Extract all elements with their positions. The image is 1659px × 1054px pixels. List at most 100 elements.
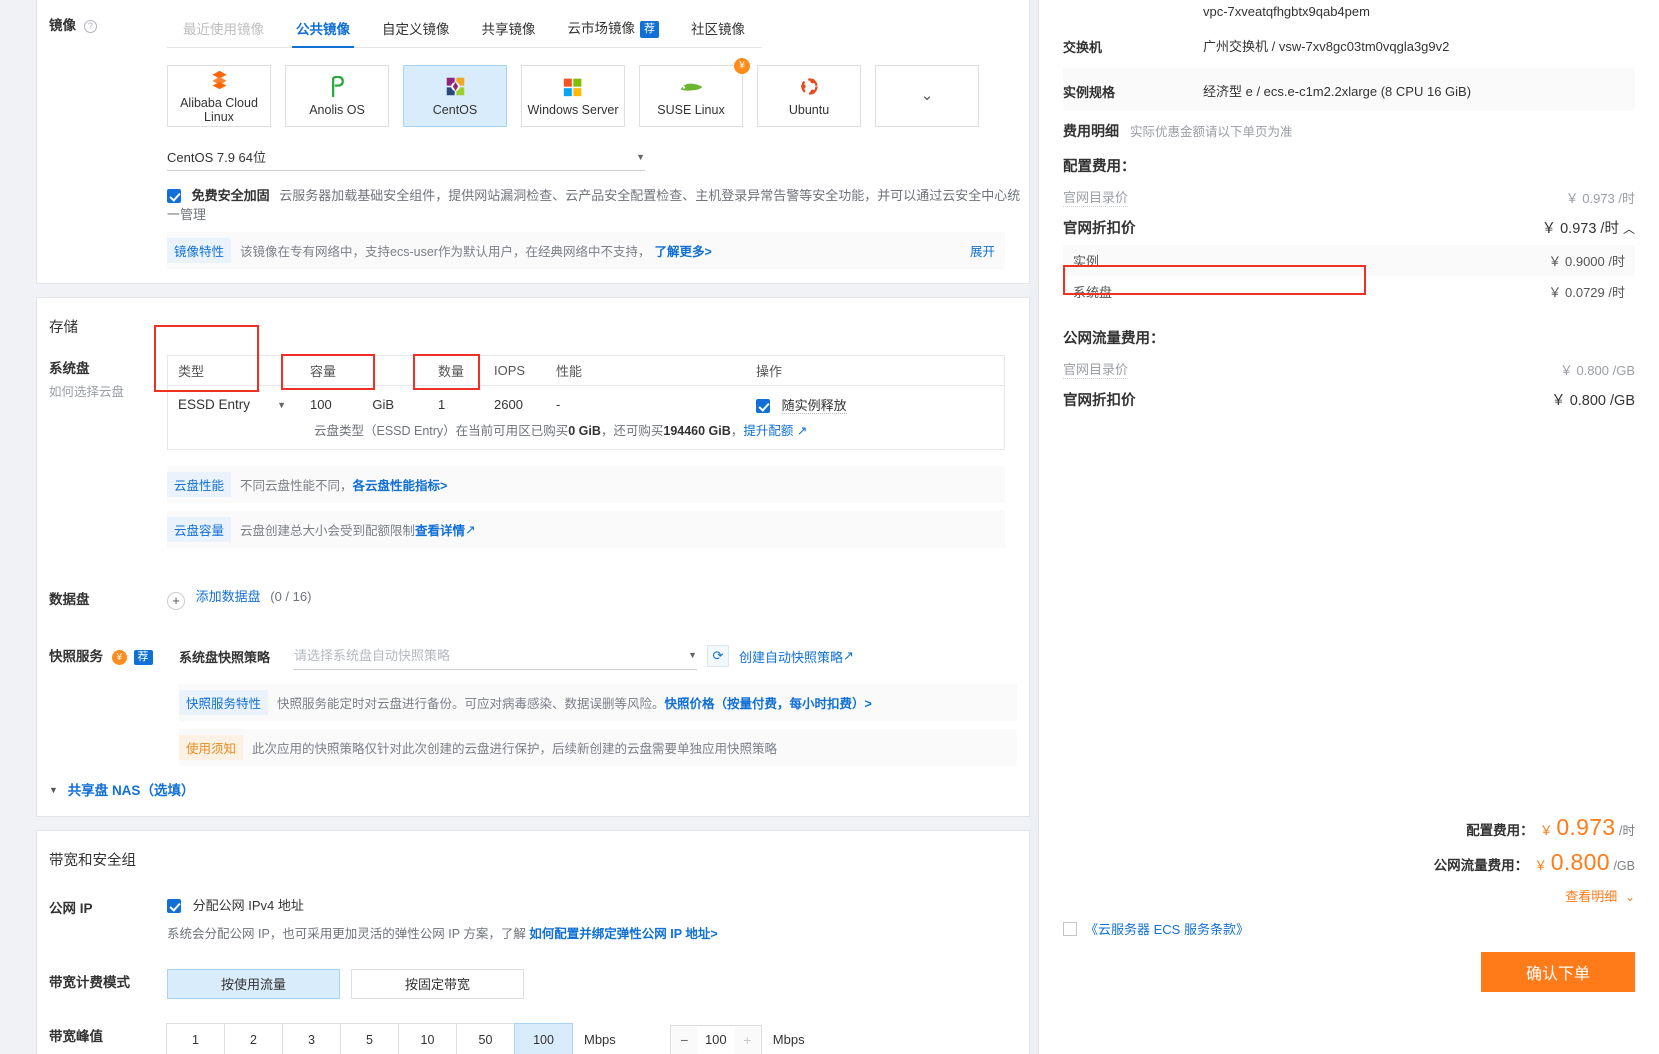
total-traffic-fee-line: 公网流量费用： ￥ 0.800 /GB	[1434, 845, 1635, 880]
os-card-more[interactable]: ⌄	[875, 65, 979, 127]
config-fee-title: 配置费用：	[1063, 159, 1136, 175]
assign-public-ip-checkbox[interactable]	[167, 898, 181, 913]
os-card-label: CentOS	[432, 102, 478, 117]
paid-badge: ¥	[111, 649, 127, 665]
plus-icon[interactable]: +	[167, 591, 185, 610]
release-with-instance-checkbox[interactable]	[756, 399, 770, 413]
amount-unit: /时	[1619, 824, 1635, 838]
tab-label: 共享镜像	[481, 21, 536, 37]
disk-table-header: 类型 容量 数量 IOPS 性能 操作	[168, 356, 1004, 386]
terms-link[interactable]: 《云服务器 ECS 服务条款》	[1085, 919, 1249, 938]
os-card-anolis-os[interactable]: Anolis OS	[285, 65, 389, 127]
terms-row: 《云服务器 ECS 服务条款》	[1063, 919, 1635, 938]
stepper-increment-button[interactable]: +	[733, 1025, 761, 1054]
os-card-windows-server[interactable]: Windows Server	[521, 65, 625, 127]
view-detail-toggle[interactable]: 查看明细 ⌄	[1565, 880, 1635, 905]
breakdown-amount: ￥ 0.9000 /时	[1548, 254, 1625, 269]
os-card-list: Alibaba Cloud Linux Anolis OS CentOS Win…	[167, 58, 1029, 127]
anolis-os-icon	[329, 76, 346, 98]
snapshot-policy-select[interactable]: 请选择系统盘自动快照策略 ▼	[294, 643, 697, 670]
os-card-ubuntu[interactable]: Ubuntu	[757, 65, 861, 127]
security-hardening-checkbox[interactable]	[167, 189, 181, 203]
assign-public-ip-label: 分配公网 IPv4 地址	[192, 897, 304, 913]
confirm-order-label: 确认下单	[1525, 966, 1590, 983]
bw-label: 100	[533, 1032, 554, 1047]
image-version-select[interactable]: CentOS 7.9 64位 ▼	[167, 144, 645, 171]
os-card-suse-linux[interactable]: ¥ SUSE Linux	[639, 58, 750, 127]
view-detail-label: 查看明细	[1565, 889, 1618, 904]
total-traffic-fee-amount: ￥ 0.800 /GB	[1534, 849, 1635, 876]
release-with-instance-cell: 随实例释放	[756, 395, 1004, 414]
terms-checkbox[interactable]	[1063, 921, 1077, 936]
hint-tag: 云盘容量	[167, 517, 232, 542]
bandwidth-option-5[interactable]: 5	[340, 1022, 399, 1054]
refresh-icon[interactable]: ⟳	[707, 645, 729, 667]
learn-more-link[interactable]: 了解更多>	[654, 241, 711, 260]
network-title: 带宽和安全组	[49, 852, 136, 869]
bw-label: 3	[308, 1032, 315, 1047]
disk-capacity-hint: 云盘容量 云盘创建总大小会受到配额限制 查看详情 ↗	[167, 511, 1005, 548]
traffic-list-price-line: 官网目录价 ￥ 0.800 /GB	[1063, 354, 1635, 384]
data-disk-count: (0 / 16)	[270, 589, 312, 604]
amount-unit: /GB	[1613, 859, 1635, 873]
config-discount-price-line[interactable]: 官网折扣价 ￥ 0.973 /时 ︿	[1063, 212, 1635, 243]
chevron-down-icon: ▼	[277, 399, 286, 410]
view-details-link[interactable]: 查看详情	[415, 520, 465, 539]
bandwidth-option-50[interactable]: 50	[456, 1022, 515, 1054]
traffic-fee-title: 公网流量费用：	[1063, 331, 1165, 347]
external-link-icon: ↗	[465, 523, 476, 537]
confirm-order-button[interactable]: 确认下单	[1481, 952, 1635, 992]
bandwidth-stepper[interactable]: − 100 +	[669, 1024, 762, 1054]
amount-value: 0.973	[1556, 814, 1616, 840]
os-card-alibaba-cloud-linux[interactable]: Alibaba Cloud Linux	[167, 65, 271, 127]
billing-by-bandwidth-button[interactable]: 按固定带宽	[351, 968, 524, 999]
config-list-price-amount: ￥ 0.973 /时	[1565, 190, 1635, 206]
tab-public-images[interactable]: 公共镜像	[280, 13, 366, 48]
release-with-instance-label: 随实例释放	[781, 398, 847, 414]
nas-collapse-row[interactable]: ▼ 共享盘 NAS（选填）	[37, 766, 1029, 812]
tab-recent-images[interactable]: 最近使用镜像	[167, 13, 280, 47]
currency-symbol: ￥	[1534, 858, 1548, 873]
billing-by-traffic-button[interactable]: 按使用流量	[167, 968, 340, 999]
disk-type-value: ESSD Entry	[178, 397, 251, 412]
traffic-discount-price-line: 官网折扣价 ￥ 0.800 /GB	[1063, 384, 1635, 415]
disk-metrics-link[interactable]: 各云盘性能指标>	[353, 475, 448, 494]
bandwidth-option-2[interactable]: 2	[224, 1022, 283, 1054]
tab-shared-images[interactable]: 共享镜像	[466, 13, 552, 47]
add-data-disk-button[interactable]: 添加数据盘	[196, 589, 261, 604]
os-card-label: Windows Server	[527, 102, 619, 117]
expand-link[interactable]: 展开	[970, 241, 1005, 260]
hint-text: 不同云盘性能不同，	[240, 479, 353, 493]
stepper-decrement-button[interactable]: −	[670, 1025, 698, 1054]
create-snapshot-policy-link[interactable]: 创建自动快照策略	[739, 647, 843, 666]
bandwidth-option-1[interactable]: 1	[166, 1022, 225, 1054]
alibaba-cloud-linux-icon	[209, 69, 230, 91]
bandwidth-option-100[interactable]: 100	[514, 1022, 573, 1054]
tab-custom-images[interactable]: 自定义镜像	[366, 13, 466, 47]
eip-config-link[interactable]: 如何配置并绑定弹性公网 IP 地址>	[529, 927, 717, 941]
bandwidth-option-3[interactable]: 3	[282, 1022, 341, 1054]
hint-text: 此次应用的快照策略仅针对此次创建的云盘进行保护，后续新创建的云盘需要单独应用快照…	[252, 741, 778, 756]
disk-type-select[interactable]: ESSD Entry ▼	[178, 397, 286, 412]
chevron-down-icon: ▼	[688, 650, 697, 660]
increase-quota-link[interactable]: 提升配额	[743, 424, 793, 438]
os-card-centos[interactable]: CentOS	[403, 65, 507, 127]
bw-label: 1	[192, 1032, 199, 1047]
public-ip-desc: 系统会分配公网 IP，也可采用更加灵活的弹性公网 IP 方案，了解	[167, 926, 530, 941]
bandwidth-options-group: 1 2 3 5 10 50 100	[166, 1022, 573, 1054]
column-gutter	[1030, 0, 1038, 1054]
fee-breakdown-system-disk: 系统盘 ￥ 0.0729 /时	[1063, 276, 1635, 307]
disk-capacity-input[interactable]: 100 GiB	[310, 397, 394, 412]
tab-marketplace-images[interactable]: 云市场镜像荐	[552, 12, 676, 47]
hint-text: 该镜像在专有网络中，支持ecs-user作为默认用户，在经典网络中不支持，	[240, 245, 651, 259]
bandwidth-option-10[interactable]: 10	[398, 1022, 457, 1054]
hint-tag: 镜像特性	[167, 238, 232, 263]
external-link-icon: ↗	[793, 424, 808, 438]
how-to-choose-disk-link[interactable]: 如何选择云盘	[49, 381, 167, 400]
network-card: 带宽和安全组 公网 IP 分配公网 IPv4 地址 系统会分配公网 IP，也可采…	[36, 829, 1030, 1054]
help-icon[interactable]: ?	[83, 20, 97, 33]
currency-symbol: ￥	[1539, 823, 1553, 838]
summary-value-vswitch: 广州交换机 / vsw-7xv8gc03tm0vqgla3g9v2	[1203, 39, 1450, 54]
snapshot-price-link[interactable]: 快照价格（按量付费，每小时扣费）>	[665, 693, 872, 712]
tab-community-images[interactable]: 社区镜像	[675, 13, 761, 47]
